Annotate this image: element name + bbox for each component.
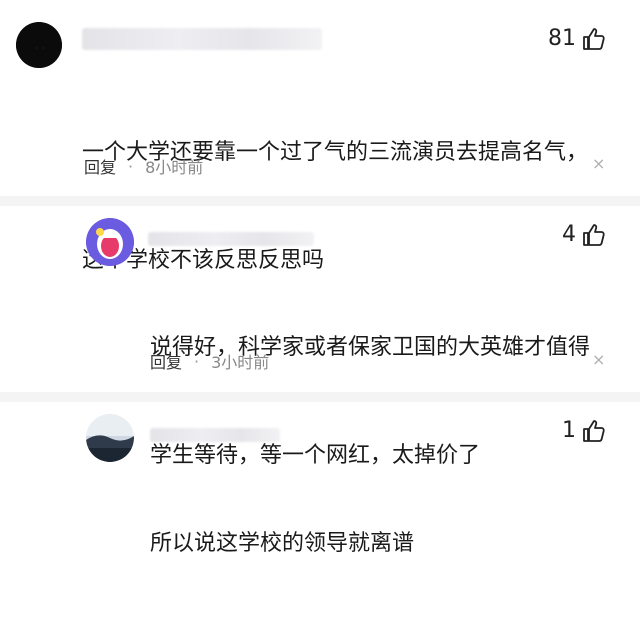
avatar[interactable]: [86, 414, 134, 462]
reply-button[interactable]: 回复: [84, 154, 116, 178]
like-count: 1: [562, 418, 576, 443]
comment-text: 所以说这学校的领导就离谱: [150, 454, 414, 634]
moon-avatar-icon: [16, 22, 62, 68]
like-count: 4: [562, 222, 576, 247]
separator-dot: ·: [194, 351, 200, 371]
comment-meta: 回复 · 8小时前: [84, 154, 203, 178]
thumbs-up-icon: [583, 223, 605, 246]
username-blurred[interactable]: [148, 232, 314, 246]
avatar[interactable]: [86, 218, 134, 266]
close-icon[interactable]: ×: [592, 156, 605, 172]
like-button[interactable]: 1: [562, 418, 606, 443]
timestamp: 3小时前: [211, 353, 270, 372]
reply-button[interactable]: 回复: [150, 349, 182, 373]
timestamp: 8小时前: [145, 158, 204, 177]
like-button[interactable]: 4: [562, 222, 606, 247]
divider: [0, 196, 640, 206]
username-blurred[interactable]: [150, 428, 280, 442]
close-icon[interactable]: ×: [592, 352, 605, 368]
comment-text-line: 所以说这学校的领导就离谱: [150, 531, 415, 556]
divider: [0, 392, 640, 402]
like-count: 81: [548, 26, 576, 51]
avatar[interactable]: [16, 22, 62, 68]
cartoon-face-avatar-icon: [86, 218, 134, 266]
username-blurred[interactable]: [82, 28, 322, 50]
separator-dot: ·: [128, 156, 134, 176]
comment-meta: 回复 · 3小时前: [150, 349, 269, 373]
thumbs-up-icon: [583, 27, 605, 50]
thumbs-up-icon: [583, 419, 605, 442]
like-button[interactable]: 81: [548, 26, 606, 51]
landscape-avatar-icon: [86, 414, 134, 462]
